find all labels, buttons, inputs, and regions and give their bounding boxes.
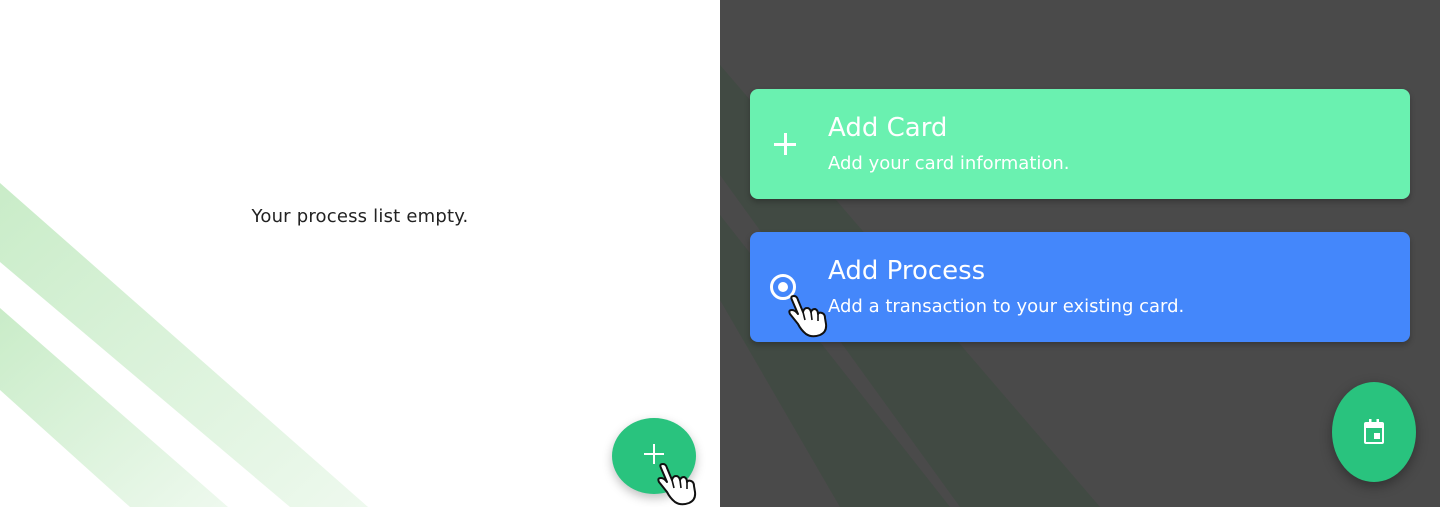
option-title: Add Process (828, 256, 986, 286)
pointer-hand-icon (657, 463, 697, 506)
pointer-hand-icon (788, 295, 828, 338)
background-stripes (0, 183, 368, 507)
add-menu-screen: Add Card Add your card information. Add … (720, 0, 1440, 507)
add-process-option[interactable]: Add Process Add a transaction to your ex… (750, 232, 1410, 342)
option-subtitle: Add your card information. (828, 153, 1070, 174)
add-card-option[interactable]: Add Card Add your card information. (750, 89, 1410, 199)
screenshot-root: Your process list empty. Add Card Add yo… (0, 0, 1440, 507)
plus-icon (644, 444, 664, 464)
calendar-fab-button[interactable] (1332, 382, 1416, 482)
empty-list-message: Your process list empty. (251, 206, 469, 227)
empty-process-screen: Your process list empty. (0, 0, 720, 507)
option-title: Add Card (828, 113, 948, 143)
calendar-icon (1364, 419, 1384, 444)
option-subtitle: Add a transaction to your existing card. (828, 296, 1185, 317)
plus-icon (770, 129, 800, 159)
